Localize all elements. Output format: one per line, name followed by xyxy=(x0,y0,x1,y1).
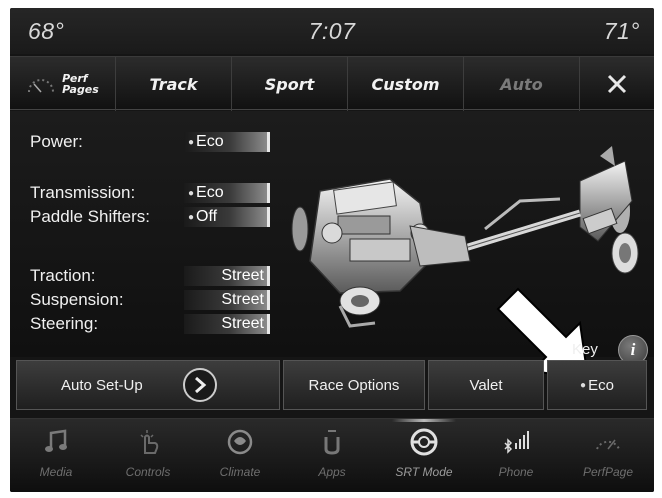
bottom-nav-bar: Media Controls Climate Apps SRT Mode Pho… xyxy=(10,418,654,492)
infotainment-screen: 68° 7:07 71° Perf Pages Track Sport Cust… xyxy=(10,8,654,492)
tab-auto[interactable]: Auto xyxy=(464,57,580,111)
auto-setup-label: Auto Set-Up xyxy=(61,376,143,394)
hand-touch-icon xyxy=(140,430,159,454)
settings-panel: Power: ● Eco Transmission: ● Eco Paddle … xyxy=(10,111,654,381)
climate-icon xyxy=(227,429,253,455)
apps-icon xyxy=(324,430,340,455)
close-x-icon xyxy=(607,74,627,94)
tab-perf-pages[interactable]: Perf Pages xyxy=(10,57,116,111)
leaf-icon: ● xyxy=(580,379,587,391)
paddle-shifters-value-text: Off xyxy=(196,208,218,225)
nav-srt-mode-label: SRT Mode xyxy=(395,465,453,479)
close-button[interactable] xyxy=(580,57,654,111)
nav-phone-label: Phone xyxy=(498,465,534,479)
transmission-value-text: Eco xyxy=(196,184,224,201)
mode-tabs: Perf Pages Track Sport Custom Auto xyxy=(10,56,654,111)
transmission-value[interactable]: ● Eco xyxy=(184,183,270,203)
traction-label: Traction: xyxy=(30,266,96,285)
nav-climate[interactable]: Climate xyxy=(194,419,286,492)
leaf-icon: ● xyxy=(188,136,195,148)
power-value[interactable]: ● Eco xyxy=(184,132,270,152)
gauge-icon xyxy=(28,79,55,93)
nav-media-label: Media xyxy=(39,465,73,479)
nav-media[interactable]: Media xyxy=(10,419,102,492)
leaf-icon: ● xyxy=(188,187,195,199)
nav-controls[interactable]: Controls xyxy=(102,419,194,492)
status-bar: 68° 7:07 71° xyxy=(10,8,654,54)
suspension-label: Suspension: xyxy=(30,290,124,309)
key-label: Key xyxy=(572,341,598,358)
eco-button-label: Eco xyxy=(588,376,614,394)
tab-track[interactable]: Track xyxy=(116,57,232,111)
steering-value[interactable]: Street xyxy=(184,314,270,334)
valet-button[interactable]: Valet xyxy=(428,360,544,410)
bluetooth-signal-icon xyxy=(504,431,529,454)
transmission-label: Transmission: xyxy=(30,183,136,202)
chevron-right-icon[interactable] xyxy=(182,368,217,402)
leaf-icon: ● xyxy=(188,211,195,223)
clock: 7:07 xyxy=(308,18,356,44)
passenger-temperature[interactable]: 71° xyxy=(604,18,640,45)
music-note-icon xyxy=(45,429,67,452)
nav-apps-label: Apps xyxy=(318,465,346,479)
suspension-value[interactable]: Street xyxy=(184,290,270,310)
paddle-shifters-value[interactable]: ● Off xyxy=(184,207,270,227)
race-options-button[interactable]: Race Options xyxy=(283,360,425,410)
traction-value[interactable]: Street xyxy=(184,266,270,286)
steering-wheel-icon xyxy=(410,428,438,456)
tab-custom[interactable]: Custom xyxy=(348,57,464,111)
auto-setup-button[interactable]: Auto Set-Up xyxy=(16,360,280,410)
action-button-row: Auto Set-Up Race Options Valet ● Eco xyxy=(16,360,648,410)
tab-sport[interactable]: Sport xyxy=(232,57,348,111)
power-label: Power: xyxy=(30,132,83,151)
power-value-text: Eco xyxy=(196,133,224,150)
steering-label: Steering: xyxy=(30,314,99,333)
nav-controls-label: Controls xyxy=(125,465,171,479)
nav-perfpage[interactable]: PerfPage xyxy=(562,419,654,492)
nav-phone[interactable]: Phone xyxy=(470,419,562,492)
nav-srt-mode[interactable]: SRT Mode xyxy=(378,419,470,492)
nav-perfpage-label: PerfPage xyxy=(582,465,634,479)
perf-label-line2: Pages xyxy=(62,83,99,96)
paddle-shifters-label: Paddle Shifters: xyxy=(30,207,151,226)
nav-apps[interactable]: Apps xyxy=(286,419,378,492)
nav-climate-label: Climate xyxy=(219,465,261,479)
gauge-icon xyxy=(596,439,620,450)
eco-button[interactable]: ● Eco xyxy=(547,360,647,410)
